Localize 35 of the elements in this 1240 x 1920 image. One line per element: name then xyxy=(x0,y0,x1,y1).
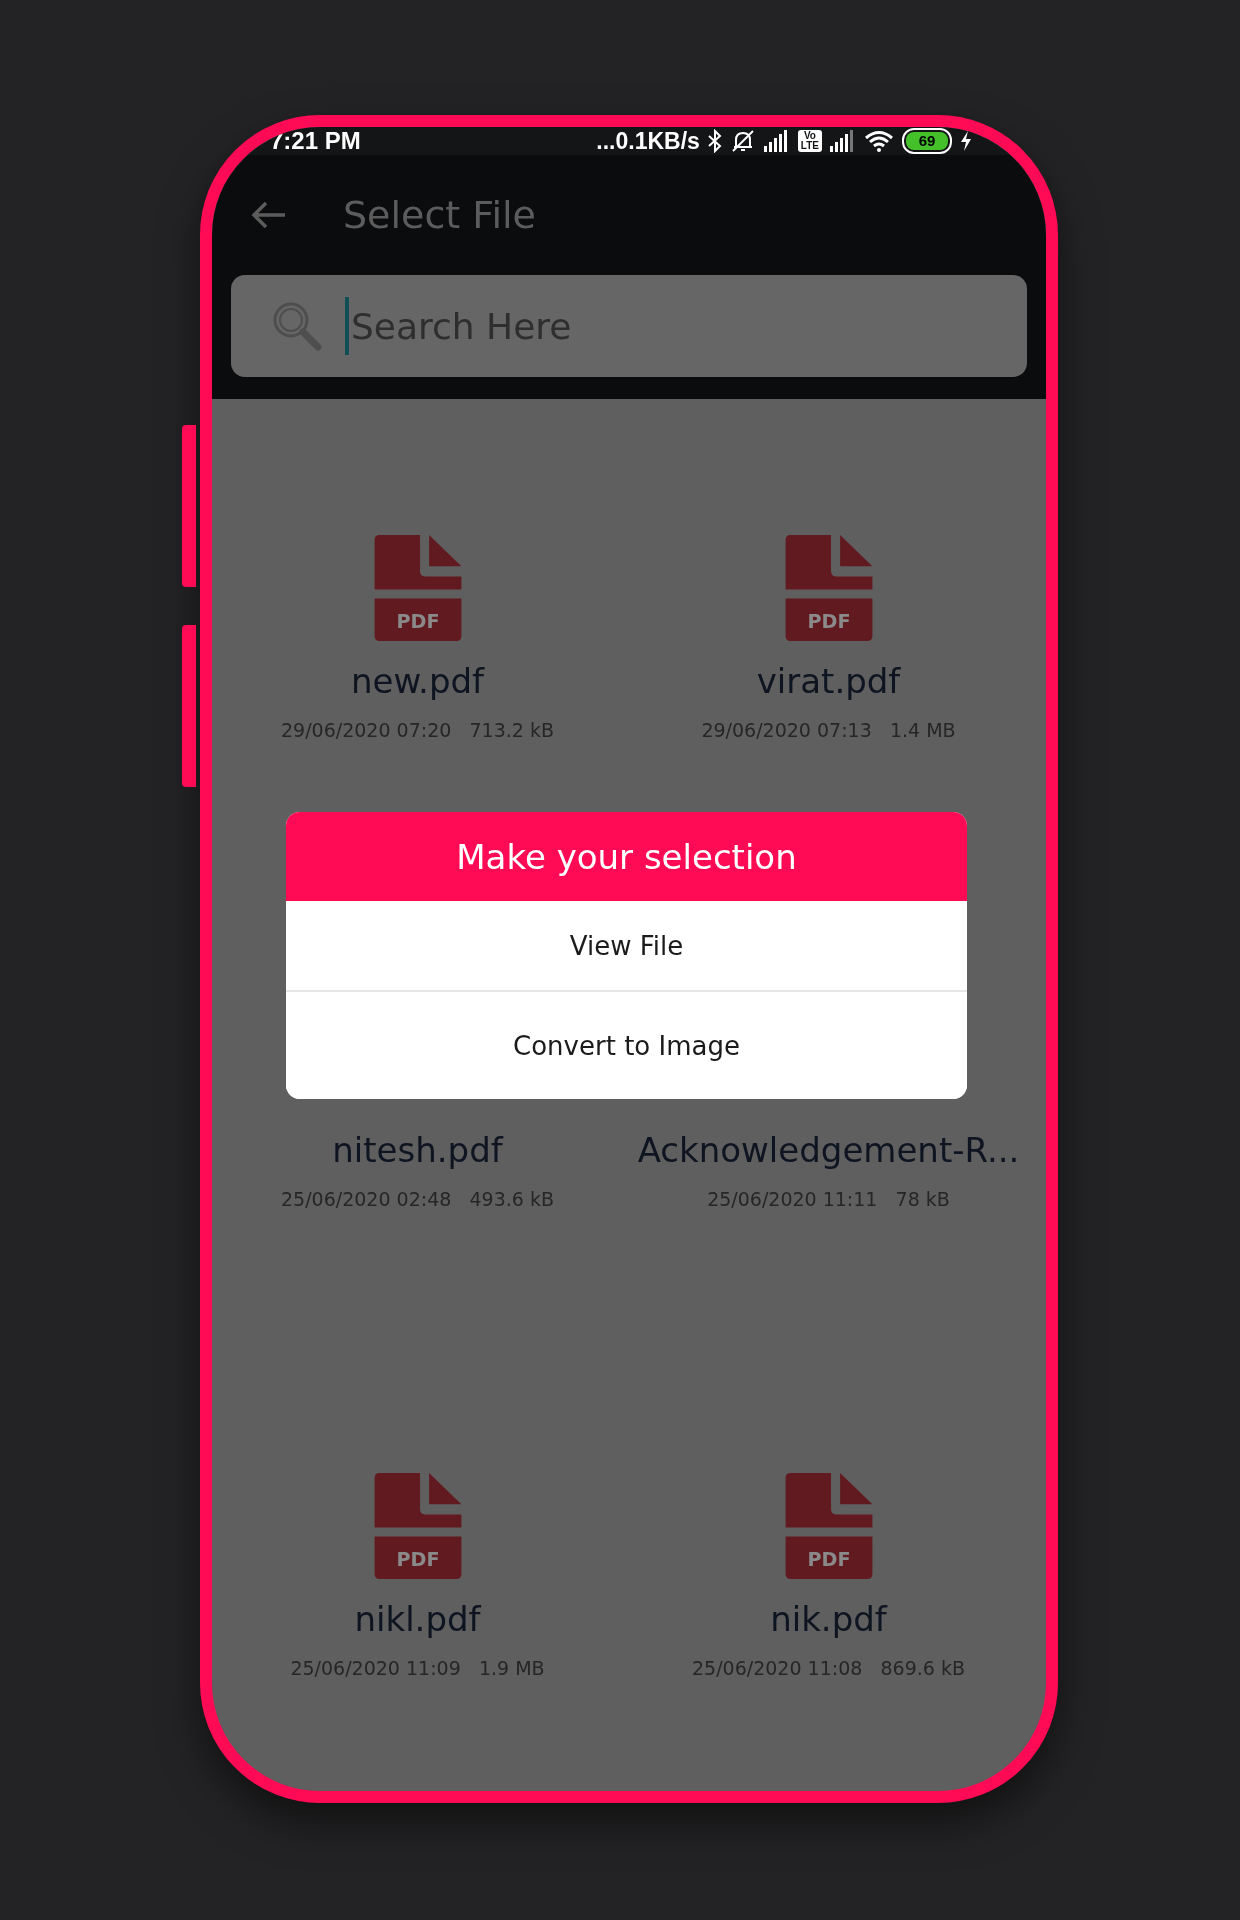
network-speed: ...0.1KB/s xyxy=(596,127,700,155)
volte-badge: Vo LTE xyxy=(797,130,822,152)
search-field[interactable]: Search Here xyxy=(231,275,1027,377)
signal-icon xyxy=(830,130,856,152)
file-details: 25/06/2020 11:09 1.9 MB xyxy=(290,1657,545,1679)
file-name[interactable]: Acknowledgement-R... xyxy=(637,1130,1020,1170)
file-details: 25/06/2020 11:08 869.6 kB xyxy=(692,1657,965,1679)
file-details: 25/06/2020 02:48 493.6 kB xyxy=(281,1188,554,1210)
charging-icon xyxy=(960,131,972,151)
pdf-file-icon xyxy=(785,1473,872,1579)
file-details: 25/06/2020 11:11 78 kB xyxy=(707,1188,950,1210)
dialog-title: Make your selection xyxy=(286,812,967,901)
file-details: 29/06/2020 07:20 713.2 kB xyxy=(281,719,554,741)
wifi-icon xyxy=(864,130,894,152)
pdf-file-icon xyxy=(374,1473,461,1579)
pdf-file-icon xyxy=(374,535,461,641)
file-name[interactable]: new.pdf xyxy=(350,661,485,701)
screen-title: Select File xyxy=(343,193,536,237)
signal-icon xyxy=(763,130,790,152)
back-arrow-icon[interactable] xyxy=(251,200,287,230)
search-icon xyxy=(271,300,323,352)
file-type-label: PDF xyxy=(395,609,440,633)
text-cursor xyxy=(345,297,349,355)
bluetooth-icon xyxy=(707,129,722,153)
file-type-label: PDF xyxy=(806,609,851,633)
file-type-label: PDF xyxy=(806,1547,851,1571)
file-details: 29/06/2020 07:13 1.4 MB xyxy=(701,719,956,741)
file-name[interactable]: virat.pdf xyxy=(756,661,901,701)
pdf-file-icon xyxy=(785,535,872,641)
file-name[interactable]: nitesh.pdf xyxy=(332,1130,503,1170)
dialog-option[interactable]: Convert to Image xyxy=(286,990,967,1099)
file-type-label: PDF xyxy=(395,1547,440,1571)
battery-percent: 69 xyxy=(906,132,948,150)
file-name[interactable]: nikl.pdf xyxy=(354,1599,481,1639)
file-name[interactable]: nik.pdf xyxy=(770,1599,887,1639)
